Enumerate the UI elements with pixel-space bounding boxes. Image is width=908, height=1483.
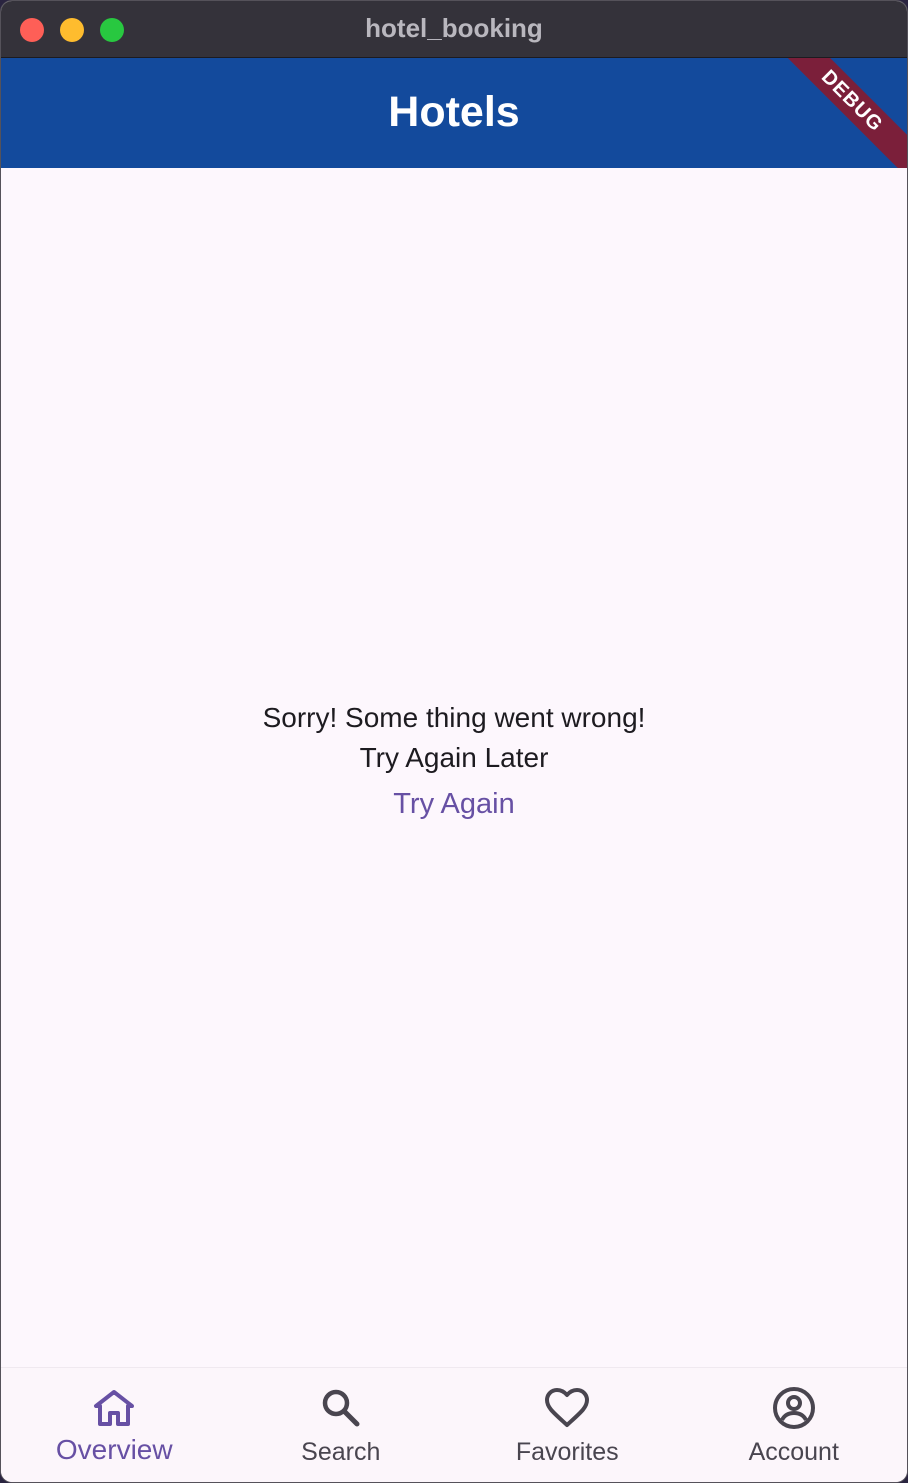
nav-item-overview[interactable]: Overview	[1, 1368, 228, 1482]
search-icon	[322, 1389, 360, 1427]
error-text-line-1: Sorry! Some thing went wrong!	[262, 702, 646, 733]
nav-label-account: Account	[748, 1438, 839, 1466]
nav-item-account[interactable]: Account	[681, 1368, 908, 1482]
window-title: hotel_booking	[365, 13, 543, 43]
bottom-navigation-bar: Overview Search Favorites Account	[1, 1367, 907, 1482]
heart-icon	[545, 1388, 590, 1427]
app-bar: Hotels DEBUG	[1, 58, 907, 168]
error-message: Sorry! Some thing went wrong! Try Again …	[1, 698, 907, 821]
page-title: Hotels	[388, 88, 520, 136]
error-text-line-2: Try Again Later	[359, 742, 549, 773]
home-icon	[94, 1390, 135, 1426]
app-window: hotel_booking Hotels DEBUG Sorry! Some t…	[0, 0, 908, 1483]
nav-item-search[interactable]: Search	[228, 1368, 455, 1482]
nav-label-overview: Overview	[55, 1434, 173, 1465]
main-content: Sorry! Some thing went wrong! Try Again …	[1, 168, 907, 1369]
nav-item-favorites[interactable]: Favorites	[454, 1368, 681, 1482]
nav-label-favorites: Favorites	[515, 1438, 619, 1466]
account-circle-icon	[772, 1387, 815, 1429]
nav-label-search: Search	[301, 1438, 381, 1466]
window-titlebar: hotel_booking	[1, 1, 907, 58]
try-again-button[interactable]: Try Again	[383, 788, 524, 821]
